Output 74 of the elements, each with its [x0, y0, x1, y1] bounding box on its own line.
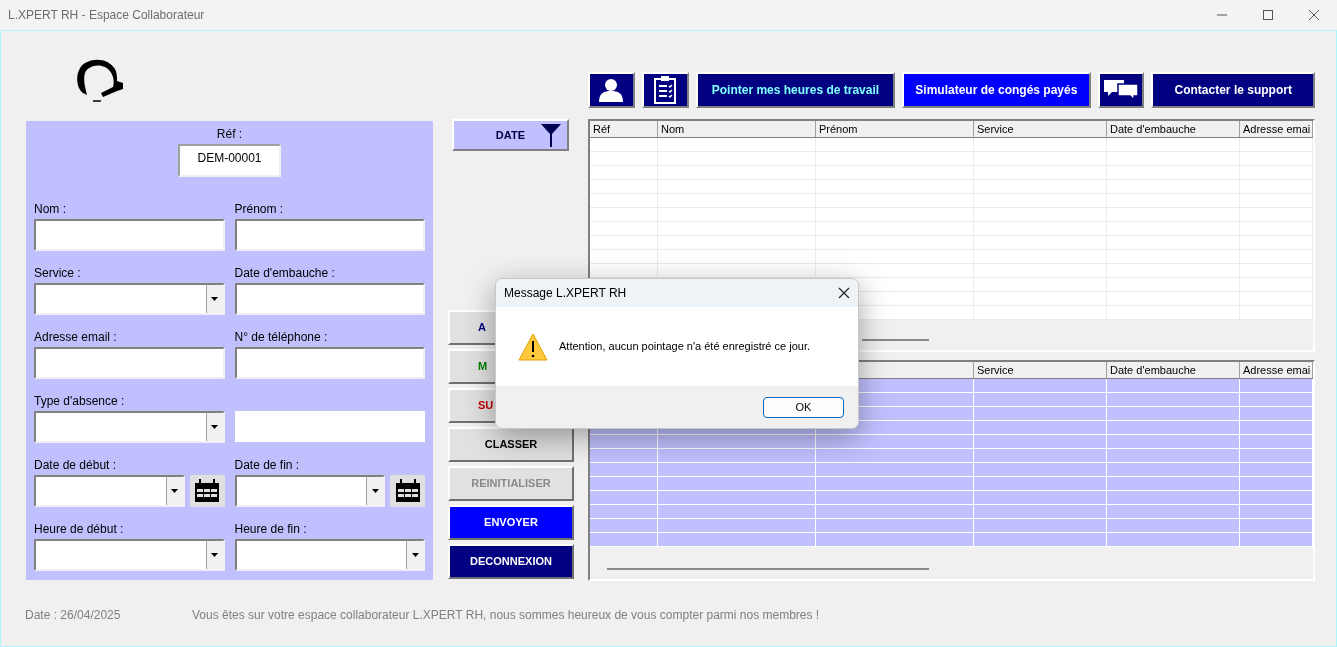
input-field[interactable] — [234, 347, 425, 379]
field-label: Heure de début : — [34, 522, 125, 537]
field-label: Service : — [34, 266, 82, 281]
calendar-icon — [394, 479, 421, 503]
field-label: Date d'embauche : — [234, 266, 336, 281]
column-header[interactable]: Réf — [593, 123, 611, 135]
window-title: L.XPERT RH - Espace Collaborateur — [8, 7, 205, 24]
dialog-title: Message L.XPERT RH — [504, 285, 627, 302]
field-label: Heure de fin : — [234, 522, 308, 537]
field-label: Prénom : — [234, 202, 285, 217]
calendar-button[interactable] — [390, 475, 425, 507]
send-button[interactable]: ENVOYER — [448, 505, 574, 540]
caret-icon — [371, 489, 379, 493]
chat-button[interactable] — [1097, 72, 1145, 108]
logout-button[interactable]: DECONNEXION — [448, 544, 574, 579]
dropdown-button[interactable] — [165, 477, 183, 505]
status-date: Date : 26/04/2025 — [25, 607, 122, 624]
dropdown-field[interactable] — [34, 475, 185, 507]
field-label: Type d'absence : — [34, 394, 126, 409]
toolbar-button[interactable]: Pointer mes heures de travail — [695, 72, 896, 108]
date-filter-button[interactable]: DATE — [452, 119, 569, 151]
scrollbar[interactable] — [862, 339, 929, 341]
dropdown-field[interactable] — [34, 283, 225, 315]
column-header[interactable]: Adresse emai — [1243, 364, 1311, 376]
column-header[interactable]: Date d'embauche — [1110, 123, 1196, 135]
funnel-icon — [541, 123, 561, 147]
caret-icon — [211, 553, 218, 557]
column-header[interactable]: Service — [977, 364, 1014, 376]
input-field[interactable] — [234, 219, 425, 251]
dropdown-field[interactable] — [234, 539, 425, 571]
dialog-message: Attention, aucun pointage n'a été enregistré ce jour. — [559, 339, 810, 355]
warning-icon — [518, 332, 548, 361]
input-field[interactable] — [234, 283, 425, 315]
dropdown-button[interactable] — [406, 541, 423, 569]
field-label: Date de début : — [34, 458, 118, 473]
field-label: Réf : — [216, 127, 243, 142]
ok-button[interactable]: OK — [763, 396, 844, 418]
dropdown-field[interactable] — [234, 475, 386, 507]
calendar-icon — [194, 479, 221, 503]
clipboard-icon — [653, 76, 678, 104]
caret-icon — [411, 553, 419, 557]
dropdown-button[interactable] — [205, 285, 223, 313]
field-label: Adresse email : — [34, 330, 118, 345]
dropdown-field[interactable] — [34, 539, 225, 571]
input-field[interactable] — [34, 347, 225, 379]
caret-icon — [171, 489, 179, 493]
input-field[interactable] — [34, 219, 225, 251]
dropdown-button[interactable] — [205, 413, 223, 441]
column-header[interactable]: Adresse emai — [1243, 123, 1311, 135]
dropdown-button[interactable] — [205, 541, 223, 569]
column-header[interactable]: Service — [977, 123, 1014, 135]
column-header[interactable]: Nom — [661, 123, 685, 135]
person-button[interactable] — [588, 72, 635, 108]
caret-icon — [211, 425, 218, 429]
reference-field[interactable]: DEM-00001 — [178, 144, 281, 177]
caret-icon — [211, 297, 218, 301]
column-header[interactable]: Prénom — [819, 123, 858, 135]
close-icon[interactable] — [838, 287, 850, 299]
toolbar-button[interactable]: Contacter le support — [1151, 72, 1315, 108]
scrollbar[interactable] — [607, 568, 929, 570]
field-label: N° de téléphone : — [234, 330, 329, 345]
status-message: Vous êtes sur votre espace collaborateur L.XPERT RH, nous sommes heureux de vous compter parmi nos membres ! — [192, 607, 820, 624]
field-label: Date de fin : — [234, 458, 301, 473]
dropdown-field[interactable] — [34, 411, 225, 443]
column-header[interactable]: Date d'embauche — [1110, 364, 1196, 376]
field-label: Nom : — [34, 202, 67, 217]
calendar-button[interactable] — [189, 475, 225, 507]
chat-icon — [1104, 79, 1138, 101]
person-icon — [598, 78, 625, 102]
dropdown-button[interactable] — [366, 477, 384, 505]
clipboard-button[interactable] — [641, 72, 689, 108]
input-field[interactable] — [234, 411, 425, 442]
toolbar-button[interactable]: Simulateur de congés payés — [902, 72, 1091, 108]
action-button[interactable]: CLASSER — [448, 427, 574, 462]
